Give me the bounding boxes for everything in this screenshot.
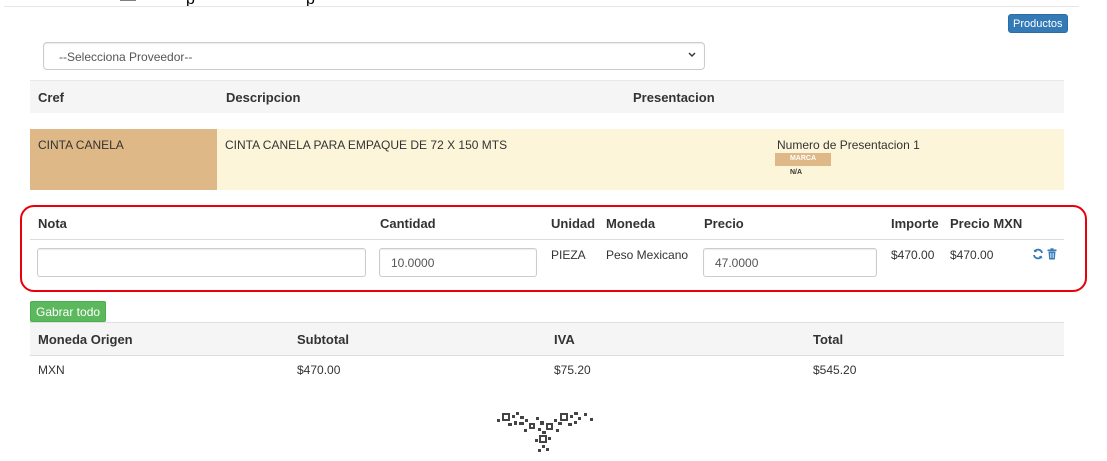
descripcion-value: CINTA CANELA PARA EMPAQUE DE 72 X 150 MT… xyxy=(225,138,508,152)
highlight-outline xyxy=(20,205,1087,292)
proveedor-select[interactable]: --Selecciona Proveedor-- xyxy=(43,42,705,70)
total-value: $545.20 xyxy=(813,363,857,377)
header-total: Total xyxy=(813,332,844,347)
header-iva: IVA xyxy=(554,332,575,347)
qr-logo xyxy=(497,412,593,452)
header-presentacion: Presentacion xyxy=(633,90,715,105)
productos-button[interactable]: Productos xyxy=(1008,14,1068,33)
product-row: CINTA CANELA PARA EMPAQUE DE 72 X 150 MT… xyxy=(217,129,1064,190)
header-cref: Cref xyxy=(38,90,65,105)
save-all-button[interactable]: Gabrar todo xyxy=(30,301,107,322)
moneda-origen-value: MXN xyxy=(38,363,65,377)
header-moneda-origen: Moneda Origen xyxy=(38,332,133,347)
marca-value: N/A xyxy=(790,169,803,176)
chevron-down-icon xyxy=(688,52,696,57)
product-table-header: Cref Descripcion Presentacion xyxy=(30,80,1064,113)
subtotal-value: $470.00 xyxy=(297,363,341,377)
iva-value: $75.20 xyxy=(554,363,591,377)
presentacion-value: Numero de Presentacion 1 xyxy=(777,138,920,152)
header-subtotal: Subtotal xyxy=(297,332,349,347)
cref-value: CINTA CANELA xyxy=(38,138,124,152)
totals-table-header: Moneda Origen Subtotal IVA Total xyxy=(30,322,1064,356)
header-divider xyxy=(4,6,1079,7)
cref-cell: CINTA CANELA xyxy=(30,129,217,190)
header-descripcion: Descripcion xyxy=(226,90,301,105)
marca-badge: MARCA xyxy=(775,153,831,166)
proveedor-select-value: --Selecciona Proveedor-- xyxy=(59,50,193,64)
